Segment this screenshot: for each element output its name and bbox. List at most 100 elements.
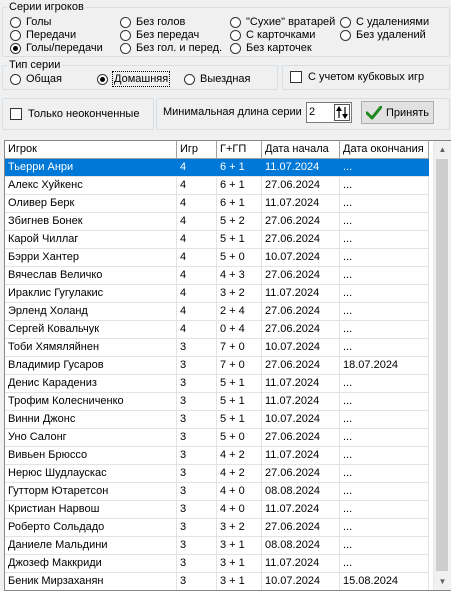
column-header[interactable]: Игр bbox=[177, 141, 217, 158]
column-header[interactable]: Г+ГП bbox=[217, 141, 262, 158]
table-cell: Винни Джонс bbox=[5, 411, 177, 428]
table-cell: 7 + 0 bbox=[217, 339, 262, 356]
radio-circle-icon[interactable] bbox=[120, 16, 131, 28]
series-radio-10[interactable]: Без удалений bbox=[340, 28, 426, 42]
table-header: Игрок Игр Г+ГП Дата начала Дата окончания bbox=[5, 141, 429, 159]
table-row[interactable]: Тьерри Анри 4 6 + 1 11.07.2024... bbox=[5, 159, 429, 177]
radio-circle-icon[interactable] bbox=[10, 29, 21, 41]
cup-games-checkbox[interactable]: С учетом кубковых игр bbox=[290, 70, 424, 84]
radio-circle-icon[interactable] bbox=[340, 29, 351, 41]
series-radio-1[interactable]: Передачи bbox=[10, 28, 76, 42]
unfinished-only-checkbox[interactable]: Только неоконченные bbox=[10, 107, 139, 121]
table-cell: Эрленд Холанд bbox=[5, 303, 177, 320]
series-table[interactable]: Игрок Игр Г+ГП Дата начала Дата окончания Ть… bbox=[4, 140, 451, 591]
table-row[interactable]: Оливер Берк 4 6 + 1 11.07.2024... bbox=[5, 195, 429, 213]
series-radio-0[interactable]: Голы bbox=[10, 15, 51, 29]
table-cell: 3 bbox=[177, 375, 217, 392]
table-cell: 5 + 1 bbox=[217, 393, 262, 410]
scroll-down-icon[interactable]: ▼ bbox=[434, 573, 451, 590]
series-radio-6[interactable]: "Сухие" вратарей bbox=[230, 15, 335, 29]
scroll-up-icon[interactable]: ▲ bbox=[434, 141, 451, 158]
series-radio-2[interactable]: Голы/передачи bbox=[10, 41, 103, 55]
table-row[interactable]: Сергей Ковальчук 4 0 + 4 27.06.2024... bbox=[5, 321, 429, 339]
series-groupbox-legend: Серии игроков bbox=[7, 0, 86, 14]
table-row[interactable]: Нерюс Шудлаускас 3 4 + 2 27.06.2024... bbox=[5, 465, 429, 483]
vertical-scrollbar[interactable]: ▲ ▼ bbox=[433, 141, 451, 590]
table-row[interactable]: Вячеслав Величко 4 4 + 3 27.06.2024... bbox=[5, 267, 429, 285]
table-cell: 15.08.2024 bbox=[340, 573, 429, 590]
cup-games-checkbox-box[interactable] bbox=[290, 71, 302, 83]
table-row[interactable]: Ираклис Гугулакис 4 3 + 2 11.07.2024... bbox=[5, 285, 429, 303]
series-radio-label: Без передач bbox=[136, 29, 200, 41]
radio-circle-icon[interactable] bbox=[230, 42, 241, 54]
radio-circle-icon[interactable] bbox=[120, 29, 131, 41]
series-radio-9[interactable]: С удалениями bbox=[340, 15, 429, 29]
series-radio-label: Без гол. и перед. bbox=[136, 42, 223, 54]
accept-button[interactable]: Принять bbox=[361, 101, 434, 124]
radio-circle-icon[interactable] bbox=[230, 29, 241, 41]
radio-circle-icon[interactable] bbox=[340, 16, 351, 28]
radio-circle-icon[interactable] bbox=[10, 42, 21, 54]
table-row[interactable]: Бэрри Хантер 4 5 + 0 10.07.2024... bbox=[5, 249, 429, 267]
table-row[interactable]: Беник Мирзаханян 3 3 + 1 10.07.2024 15.08.20… bbox=[5, 573, 429, 590]
table-row[interactable]: Уно Салонг 3 5 + 0 27.06.2024... bbox=[5, 429, 429, 447]
table-cell: 4 bbox=[177, 177, 217, 194]
table-row[interactable]: Владимир Гусаров 3 7 + 0 27.06.2024 18.07.20… bbox=[5, 357, 429, 375]
table-row[interactable]: Кристиан Нарвош 3 4 + 0 11.07.2024... bbox=[5, 501, 429, 519]
column-header[interactable]: Дата начала bbox=[262, 141, 340, 158]
table-row[interactable]: Тоби Хямяляйнен 3 7 + 0 10.07.2024... bbox=[5, 339, 429, 357]
table-row[interactable]: Гутторм Ютаретсон 3 4 + 0 08.08.2024... bbox=[5, 483, 429, 501]
table-cell: Бэрри Хантер bbox=[5, 249, 177, 266]
table-row[interactable]: Карой Чиллаг 4 5 + 1 27.06.2024... bbox=[5, 231, 429, 249]
table-row[interactable]: Алекс Хуйкенс 4 6 + 1 27.06.2024... bbox=[5, 177, 429, 195]
table-row[interactable]: Вивьен Брюссо 3 4 + 2 11.07.2024... bbox=[5, 447, 429, 465]
column-header[interactable]: Игрок bbox=[5, 141, 177, 158]
radio-circle-icon[interactable] bbox=[230, 16, 241, 28]
table-cell: ... bbox=[340, 177, 429, 194]
min-length-input[interactable]: 2 bbox=[306, 102, 352, 123]
radio-circle-icon[interactable] bbox=[97, 73, 108, 85]
type-radio-1[interactable]: Домашняя bbox=[97, 71, 171, 87]
table-row[interactable]: Трофим Колесниченко 3 5 + 1 11.07.2024... bbox=[5, 393, 429, 411]
table-cell: ... bbox=[340, 249, 429, 266]
series-radio-4[interactable]: Без передач bbox=[120, 28, 199, 42]
spin-buttons[interactable] bbox=[334, 104, 350, 121]
series-radio-8[interactable]: Без карточек bbox=[230, 41, 312, 55]
table-cell: ... bbox=[340, 321, 429, 338]
table-body: Тьерри Анри 4 6 + 1 11.07.2024... Алекс Хуйк… bbox=[5, 159, 429, 590]
series-radio-5[interactable]: Без гол. и перед. bbox=[120, 41, 222, 55]
table-row[interactable]: Винни Джонс 3 5 + 1 10.07.2024... bbox=[5, 411, 429, 429]
table-row[interactable]: Даниеле Мальдини 3 3 + 1 08.08.2024... bbox=[5, 537, 429, 555]
table-cell: 4 bbox=[177, 213, 217, 230]
radio-circle-icon[interactable] bbox=[10, 16, 21, 28]
table-cell: 11.07.2024 bbox=[262, 285, 340, 302]
table-row[interactable]: Денис Карадениз 3 5 + 1 11.07.2024... bbox=[5, 375, 429, 393]
table-cell: 27.06.2024 bbox=[262, 213, 340, 230]
table-cell: 3 + 1 bbox=[217, 537, 262, 554]
table-row[interactable]: Джозеф Маккриди 3 3 + 1 11.07.2024... bbox=[5, 555, 429, 573]
table-cell: Беник Мирзаханян bbox=[5, 573, 177, 590]
unfinished-checkbox-box[interactable] bbox=[10, 108, 22, 120]
table-cell: 27.06.2024 bbox=[262, 321, 340, 338]
type-radio-2[interactable]: Выездная bbox=[184, 72, 251, 86]
table-cell: Владимир Гусаров bbox=[5, 357, 177, 374]
series-radio-7[interactable]: С карточками bbox=[230, 28, 315, 42]
radio-circle-icon[interactable] bbox=[120, 42, 131, 54]
table-cell: ... bbox=[340, 195, 429, 212]
type-radio-label: Домашняя bbox=[111, 71, 171, 87]
table-cell: 11.07.2024 bbox=[262, 195, 340, 212]
table-row[interactable]: Роберто Сольдадо 3 3 + 2 27.06.2024... bbox=[5, 519, 429, 537]
table-cell: 6 + 1 bbox=[217, 195, 262, 212]
table-cell: 27.06.2024 bbox=[262, 465, 340, 482]
table-row[interactable]: Эрленд Холанд 4 2 + 4 27.06.2024... bbox=[5, 303, 429, 321]
series-radio-3[interactable]: Без голов bbox=[120, 15, 185, 29]
series-radio-label: Передачи bbox=[26, 29, 77, 41]
scroll-thumb[interactable] bbox=[436, 159, 448, 571]
radio-circle-icon[interactable] bbox=[10, 73, 21, 85]
table-cell: 5 + 0 bbox=[217, 429, 262, 446]
radio-circle-icon[interactable] bbox=[184, 73, 195, 85]
table-row[interactable]: Збигнев Бонек 4 5 + 2 27.06.2024... bbox=[5, 213, 429, 231]
type-radio-0[interactable]: Общая bbox=[10, 72, 62, 86]
table-cell: Кристиан Нарвош bbox=[5, 501, 177, 518]
column-header[interactable]: Дата окончания bbox=[340, 141, 429, 158]
